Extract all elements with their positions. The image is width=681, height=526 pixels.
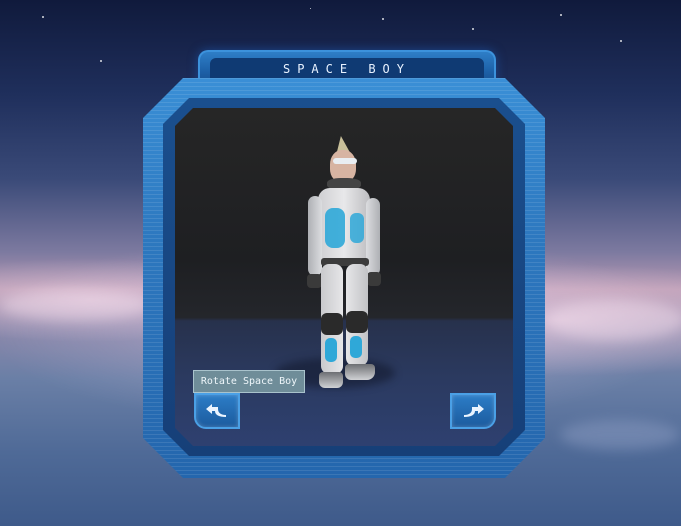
character-right-boot (345, 364, 375, 380)
rotate-tooltip: Rotate Space Boy (193, 370, 305, 393)
character-left-knee-pad (321, 313, 343, 335)
character-chest-accent-2 (350, 213, 364, 243)
character-left-boot (319, 372, 343, 388)
character-left-leg-accent (325, 338, 337, 362)
character-right-knee-pad (346, 311, 368, 333)
rotate-left-icon (206, 404, 228, 418)
character-glasses (333, 158, 357, 164)
rotate-right-icon (462, 404, 484, 418)
character-right-glove (367, 272, 381, 286)
window-title: SPACE BOY (282, 62, 412, 76)
character-left-arm (308, 196, 322, 276)
character-right-leg-accent (350, 336, 362, 358)
character-left-glove (307, 274, 322, 288)
rotate-left-button[interactable] (194, 393, 240, 429)
character-chest-accent (325, 208, 345, 248)
title-plate: SPACE BOY (210, 58, 484, 80)
rotate-right-button[interactable] (450, 393, 496, 429)
